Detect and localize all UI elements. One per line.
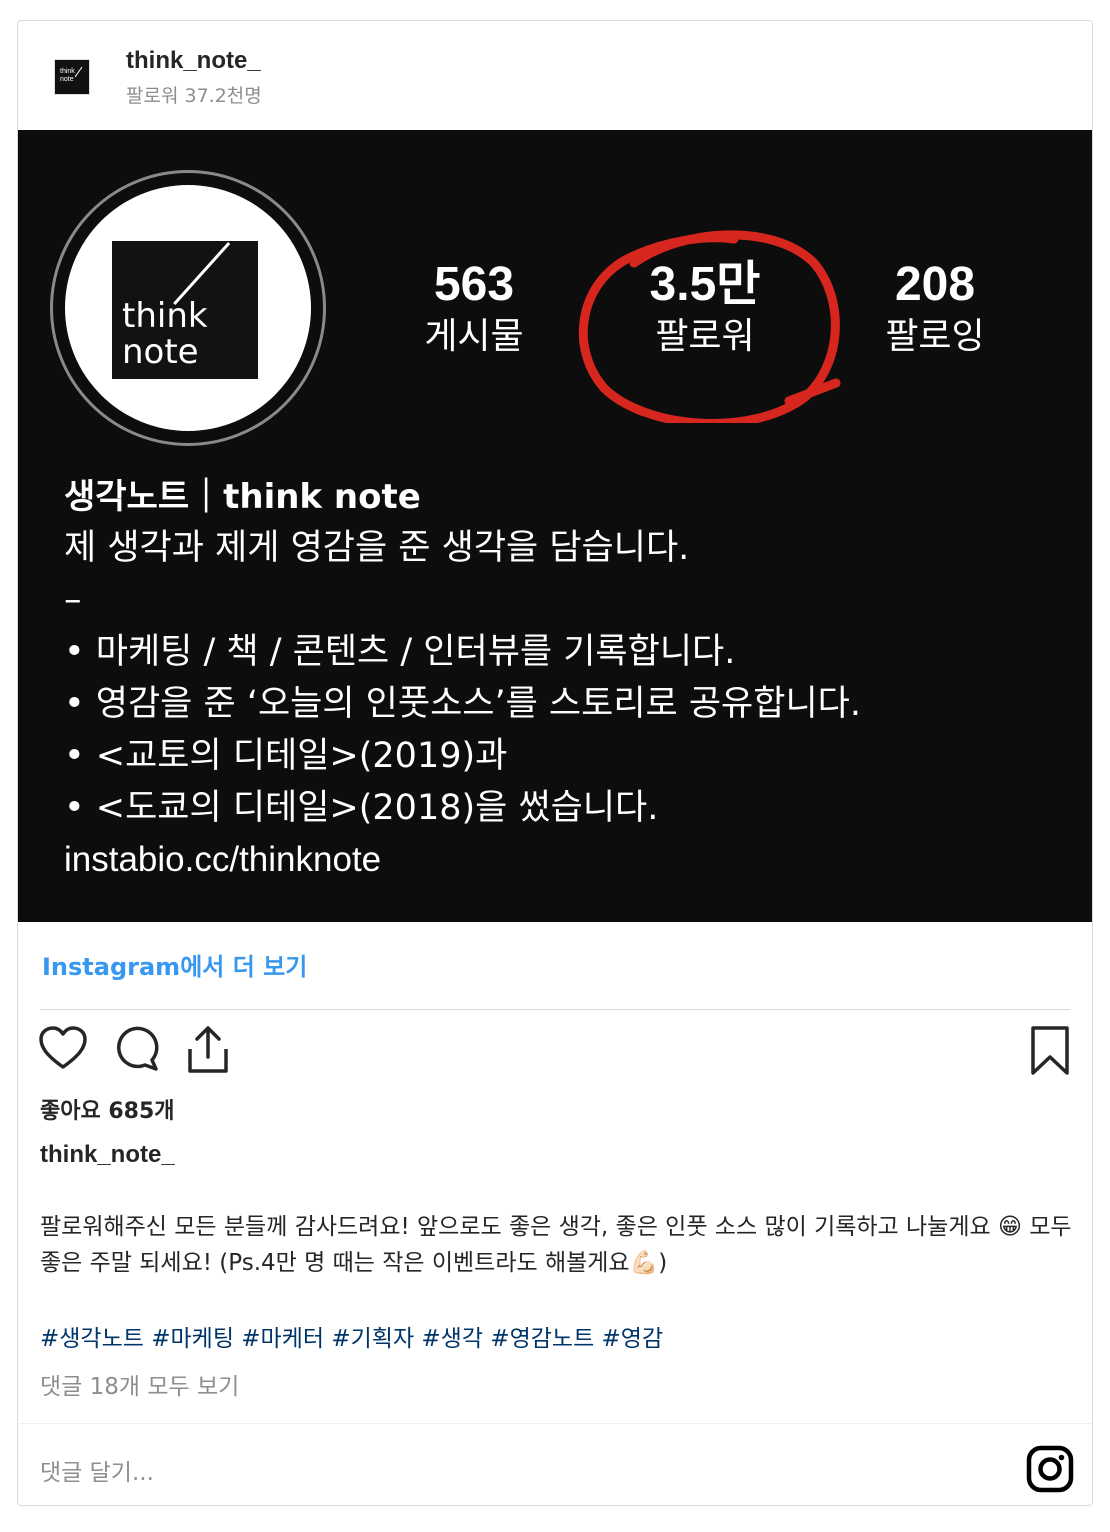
stat-following-value: 208 — [894, 258, 976, 311]
logo-text-line-1: think — [122, 296, 208, 336]
caption-text: 팔로워해주신 모든 분들께 감사드려요! 앞으로도 좋은 생각, 좋은 인풋 소… — [40, 1214, 1072, 1276]
bio-line: – — [64, 580, 82, 620]
avatar[interactable]: think note — [54, 59, 90, 95]
post-header: think note think_note_ 팔로워 37.2천명 — [18, 21, 1092, 131]
bio-line: • <도쿄의 디테일>(2018)을 썼습니다. — [64, 788, 659, 828]
follower-count: 팔로워 37.2천명 — [126, 85, 262, 107]
stat-posts: 563 게시물 — [384, 256, 564, 360]
divider — [40, 1009, 1070, 1010]
bio-title: 생각노트｜think note — [64, 477, 421, 517]
stat-following: 208 팔로잉 — [845, 256, 1025, 360]
stat-following-label: 팔로잉 — [885, 316, 985, 357]
view-all-comments-link[interactable]: 댓글 18개 모두 보기 — [40, 1367, 239, 1401]
avatar-logo-slash — [74, 66, 83, 78]
view-more-on-instagram-link[interactable]: Instagram에서 더 보기 — [42, 947, 307, 982]
post-image[interactable]: think note 563 게시물 3.5만 팔로워 208 팔로잉 생각노트… — [18, 130, 1092, 922]
instagram-logo-icon[interactable] — [1026, 1445, 1074, 1493]
stat-posts-value: 563 — [433, 258, 515, 311]
divider — [18, 1423, 1092, 1424]
bio-line: • 영감을 준 ‘오늘의 인풋소스’를 스토리로 공유합니다. — [64, 684, 861, 724]
stat-followers-value: 3.5만 — [649, 258, 761, 311]
caption-username[interactable]: think_note_ — [40, 1141, 175, 1169]
username[interactable]: think_note_ — [126, 47, 261, 75]
share-icon[interactable] — [184, 1025, 232, 1075]
stat-followers: 3.5만 팔로워 — [615, 256, 795, 360]
bio-line: 제 생각과 제게 영감을 준 생각을 담습니다. — [64, 528, 690, 568]
instagram-embed-card: think note think_note_ 팔로워 37.2천명 think n… — [17, 20, 1093, 1506]
bio-line: • 마케팅 / 책 / 콘텐츠 / 인터뷰를 기록합니다. — [64, 632, 736, 672]
logo-text-line-2: note — [122, 332, 199, 372]
bio-link: instabio.cc/thinknote — [64, 840, 382, 879]
comment-icon[interactable] — [112, 1025, 160, 1073]
like-count[interactable]: 좋아요 685개 — [40, 1093, 175, 1125]
bookmark-icon[interactable] — [1028, 1025, 1072, 1077]
logo-text: think note — [122, 298, 208, 370]
bio-line: • <교토의 디테일>(2019)과 — [64, 736, 508, 776]
stat-followers-label: 팔로워 — [655, 316, 755, 357]
hashtags[interactable]: #생각노트 #마케팅 #마케터 #기획자 #생각 #영감노트 #영감 — [40, 1319, 663, 1353]
avatar-logo-text: think note — [60, 68, 75, 83]
stat-posts-label: 게시물 — [424, 316, 524, 357]
heart-icon[interactable] — [38, 1025, 88, 1073]
add-comment-input[interactable]: 댓글 달기... — [40, 1453, 154, 1487]
profile-bio: 생각노트｜think note 제 생각과 제게 영감을 준 생각을 담습니다.… — [64, 472, 861, 886]
